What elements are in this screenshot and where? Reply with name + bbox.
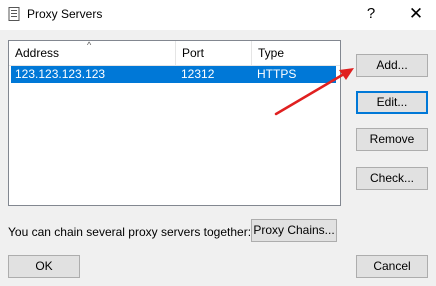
ok-button[interactable]: OK bbox=[8, 255, 80, 278]
column-label-port: Port bbox=[182, 46, 205, 60]
cell-type: HTTPS bbox=[257, 67, 297, 81]
proxy-list[interactable]: Address ^ Port Type 123.123.123.123 1231… bbox=[8, 40, 341, 206]
add-button[interactable]: Add... bbox=[356, 54, 428, 77]
list-header: Address ^ Port Type bbox=[9, 40, 340, 66]
column-label-type: Type bbox=[258, 46, 285, 60]
cell-address: 123.123.123.123 bbox=[15, 67, 106, 81]
chain-label: You can chain several proxy servers toge… bbox=[8, 225, 252, 239]
column-header-port[interactable]: Port bbox=[176, 41, 252, 65]
table-row[interactable]: 123.123.123.123 12312 HTTPS bbox=[11, 66, 336, 83]
column-label-address: Address bbox=[15, 46, 60, 60]
remove-button[interactable]: Remove bbox=[356, 128, 428, 151]
check-button[interactable]: Check... bbox=[356, 167, 428, 190]
cell-port: 12312 bbox=[181, 67, 215, 81]
close-button[interactable]: ✕ bbox=[398, 0, 434, 30]
sort-ascending-icon: ^ bbox=[87, 40, 92, 50]
edit-button[interactable]: Edit... bbox=[356, 91, 428, 114]
title-bar: Proxy Servers ? ✕ bbox=[0, 0, 436, 30]
cancel-button[interactable]: Cancel bbox=[356, 255, 428, 278]
column-header-type[interactable]: Type bbox=[252, 41, 340, 65]
column-header-address[interactable]: Address ^ bbox=[9, 40, 176, 65]
proxy-chains-button[interactable]: Proxy Chains... bbox=[251, 219, 337, 242]
help-button[interactable]: ? bbox=[356, 0, 386, 30]
window-title: Proxy Servers bbox=[27, 7, 103, 21]
app-icon bbox=[8, 7, 20, 21]
